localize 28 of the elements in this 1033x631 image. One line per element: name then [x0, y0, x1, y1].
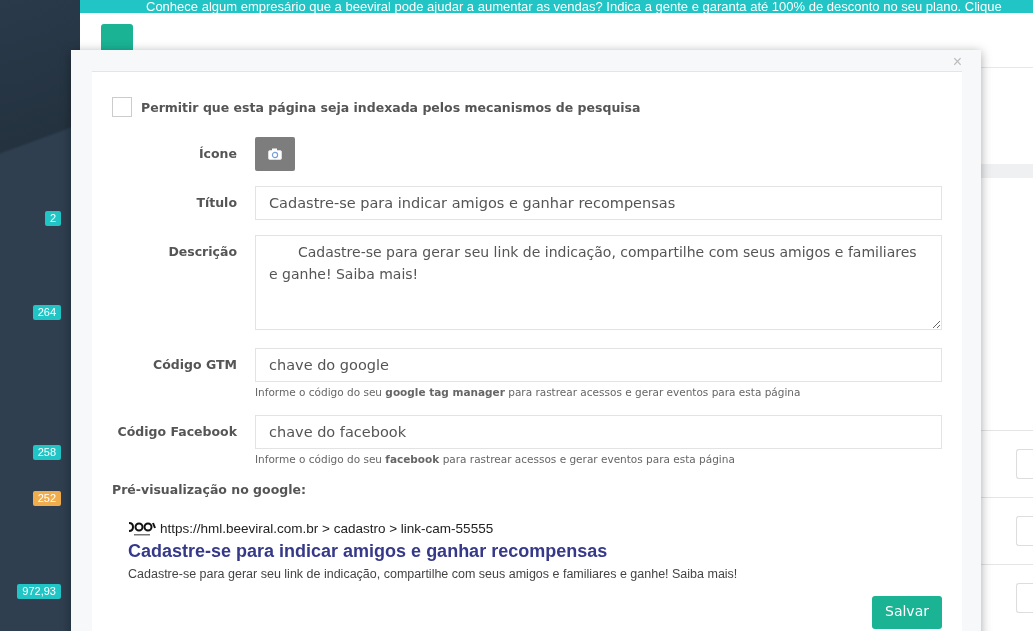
- text-field[interactable]: Cadastre-se para indicar amigos e ganhar recompensas: [255, 186, 942, 220]
- logo-icon: [128, 519, 156, 537]
- text-field[interactable]: chave do google: [255, 348, 942, 382]
- row-action-button[interactable]: [1016, 516, 1033, 546]
- camera-icon: [268, 148, 282, 160]
- count-badge: 258: [32, 445, 61, 460]
- image-upload-button[interactable]: [255, 137, 295, 171]
- count-badge: 264: [32, 305, 61, 320]
- checkbox-label: Permitir que esta página seja indexada pelos mecanismos de pesquisa: [141, 99, 641, 115]
- description-field[interactable]: Cadastre-se para gerar seu link de indicação, compartilhe com seus amigos e familiares e ganhe! Saiba mais!: [255, 235, 942, 330]
- help-text: Informe o código do seu facebook para rastrear acessos e gerar eventos para esta página: [255, 453, 736, 465]
- preview-heading: Pré-visualização no google:: [112, 482, 307, 497]
- count-badge: 2: [44, 211, 61, 226]
- count-badge: 252: [32, 491, 61, 506]
- field-label: Título: [195, 194, 237, 212]
- count-badge: 972,93: [17, 584, 61, 599]
- text-field[interactable]: chave do facebook: [255, 415, 942, 449]
- help-text: Informe o código do seu google tag manager para rastrear acessos e gerar eventos para esta página: [255, 386, 802, 398]
- index-checkbox[interactable]: [112, 97, 132, 117]
- preview-url: https://hml.beeviral.com.br > cadastro > link-cam-55555: [160, 520, 494, 536]
- row-action-button[interactable]: [1016, 583, 1033, 613]
- preview-description: Cadastre-se para gerar seu link de indicação, compartilhe com seus amigos e familiares e ganhe! Saiba mais!: [128, 567, 739, 581]
- field-label: Descrição: [167, 243, 237, 261]
- field-label: Código GTM: [152, 356, 237, 374]
- field-label: Código Facebook: [116, 423, 237, 441]
- field-label: Ícone: [197, 145, 237, 163]
- row-action-button[interactable]: [1016, 449, 1033, 479]
- preview-title: Cadastre-se para indicar amigos e ganhar recompensas: [128, 541, 609, 562]
